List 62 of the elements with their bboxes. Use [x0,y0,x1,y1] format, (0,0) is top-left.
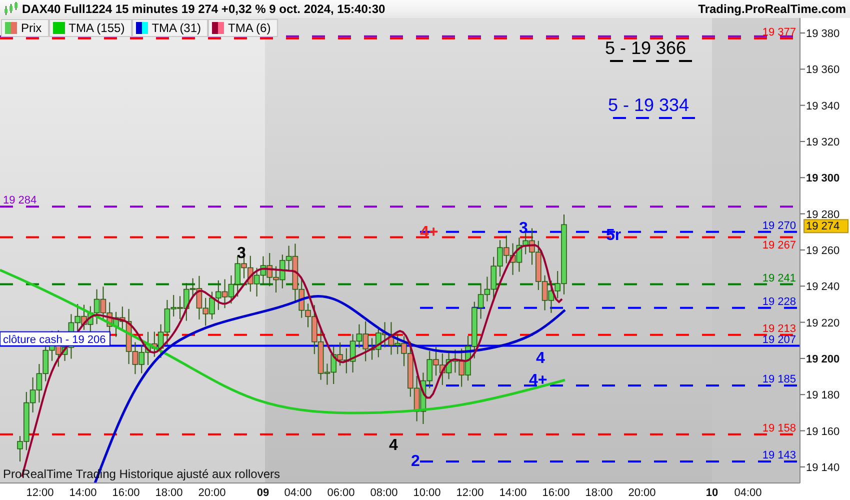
level-label: 19 143 [762,450,796,462]
wave-label: 4 [389,437,398,454]
level-label: 19 270 [762,220,796,232]
site-name: Trading.ProRealTime.com [698,2,846,16]
price-tick: 19 200 [806,353,840,366]
time-tick: 08:00 [370,487,398,499]
wave-label: 5 - 19 334 [608,95,690,115]
price-tick: 19 340 [806,100,840,112]
wave-label: 5r [606,227,622,244]
price-tick: 19 360 [806,64,840,76]
time-tick: 14:00 [69,487,97,499]
time-tick: 14:00 [499,487,527,499]
time-tick: 04:00 [734,487,762,499]
level-label: 19 158 [762,422,796,434]
time-tick: 12:00 [26,487,54,499]
level-label: 19 284 [3,194,37,207]
color-swatch-icon [52,22,65,34]
wave-label: 4 [536,350,545,367]
price-tick: 19 220 [806,317,840,330]
time-tick: 12:00 [456,487,484,499]
legend-item[interactable]: Prix [1,19,49,37]
level-label: 19 213 [762,322,796,335]
time-tick: 16:00 [542,487,570,499]
time-tick: 10:00 [413,487,441,499]
level-label: 19 228 [762,296,796,308]
current-price-badge: 19 274 [804,219,848,234]
price-tick: 19 180 [806,390,840,402]
level-label: 19 185 [762,374,796,386]
price-tick: 19 140 [806,462,840,474]
price-tick: 19 380 [806,28,840,40]
chart-title: DAX40 Full1224 15 minutes 19 274 +0,32 % 9 oct. 2024, 15:40:30 [22,2,386,16]
time-tick: 09 [256,487,270,499]
time-tick: 20:00 [198,487,226,499]
level-label: 19 241 [762,272,796,284]
price-tick: 19 240 [806,281,840,294]
time-tick: 18:00 [155,487,183,499]
wave-label: 4+ [529,372,548,389]
price-tick: 19 280 [806,208,840,221]
price-tick: 19 300 [806,172,840,185]
time-tick: 16:00 [112,487,140,499]
wave-label: 3 [237,245,246,262]
wave-label: 2 [411,453,420,470]
level-label: 19 267 [762,239,796,252]
time-tick: 18:00 [585,487,613,499]
time-tick: 06:00 [327,487,355,499]
color-swatch-icon [5,22,17,34]
wave-label: 5 - 19 366 [605,38,686,58]
legend-item[interactable]: TMA (6) [208,19,278,37]
time-tick: 04:00 [284,487,312,499]
close-label: clôture cash - 19 206 [0,331,110,346]
candlestick-icon [4,2,18,16]
time-tick: 10 [706,487,718,499]
level-label: 19 377 [762,26,796,38]
color-swatch-icon [212,22,224,34]
legend-item[interactable]: TMA (31) [132,19,208,37]
price-tick: 19 160 [806,426,840,438]
legend-item[interactable]: TMA (155) [48,19,132,37]
price-tick: 19 260 [806,244,840,257]
level-label: 19 207 [762,334,796,346]
time-tick: 20:00 [628,487,656,499]
price-tick: 19 320 [806,136,840,148]
color-swatch-icon [136,22,148,34]
